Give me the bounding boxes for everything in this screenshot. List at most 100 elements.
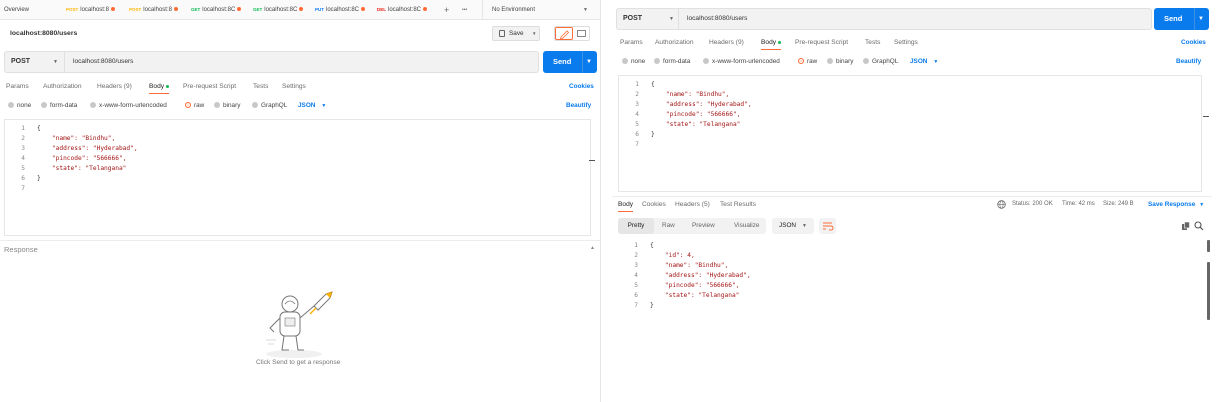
view-mode-pretty[interactable]: Pretty <box>618 218 654 234</box>
beautify-link[interactable]: Beautify <box>566 102 591 109</box>
radio-label: none <box>17 102 32 109</box>
right-postman-window: POST ▼ localhost:8080/users Send ▼ Params… <box>612 0 1224 402</box>
radio-binary[interactable]: binary <box>214 102 240 109</box>
view-mode-raw[interactable]: Raw <box>662 218 675 234</box>
line-number: 6 <box>635 131 639 138</box>
response-tab-test-results[interactable]: Test Results <box>720 201 756 208</box>
divider <box>0 240 600 241</box>
format-select[interactable]: JSON ▼ <box>910 58 938 65</box>
radio-graphql[interactable]: GraphQL <box>863 58 898 65</box>
new-tab-button[interactable]: + <box>444 0 449 20</box>
tab-settings[interactable]: Settings <box>894 39 918 46</box>
resize-handle[interactable] <box>1203 116 1209 117</box>
save-response-button[interactable]: Save Response ▼ <box>1148 201 1204 208</box>
cookies-link[interactable]: Cookies <box>1181 39 1206 46</box>
radio-icon <box>703 58 709 64</box>
tab-tests[interactable]: Tests <box>865 39 880 46</box>
radio-graphql[interactable]: GraphQL <box>252 102 287 109</box>
divider <box>612 196 1212 197</box>
code-line: "state": "Telangana" <box>651 121 741 128</box>
active-dot-icon <box>166 84 170 88</box>
response-tab-headers[interactable]: Headers (5) <box>675 201 710 208</box>
send-dropdown-chevron-icon[interactable]: ▼ <box>1198 8 1204 30</box>
tab-label: localhost:8 <box>80 7 109 13</box>
tab-label: localhost:8C <box>264 7 298 13</box>
response-tab-body[interactable]: Body <box>618 201 634 212</box>
view-mode-preview[interactable]: Preview <box>692 218 715 234</box>
scrollbar-thumb[interactable] <box>1207 240 1210 252</box>
view-toggle[interactable] <box>554 26 590 41</box>
unsaved-dot-icon <box>173 7 178 12</box>
radio-none[interactable]: none <box>622 58 645 65</box>
radio-icon <box>622 58 628 64</box>
radio-form-data[interactable]: form-data <box>654 58 690 65</box>
request-body-editor[interactable]: 1 2 3 4 5 6 7 { "name": "Bindhu", "addre… <box>4 119 595 236</box>
radio-raw[interactable]: raw <box>798 58 817 65</box>
method-select[interactable]: POST ▼ <box>5 52 65 72</box>
tab-params[interactable]: Params <box>6 83 29 90</box>
request-tab[interactable]: GET localhost:8C <box>253 0 304 20</box>
save-button[interactable]: Save ▼ <box>492 26 540 41</box>
radio-label: GraphQL <box>261 102 288 109</box>
resize-handle[interactable] <box>589 160 595 161</box>
radio-urlencoded[interactable]: x-www-form-urlencoded <box>90 102 167 109</box>
tab-authorization[interactable]: Authorization <box>43 83 82 90</box>
unsaved-dot-icon <box>423 7 428 12</box>
send-dropdown-chevron-icon[interactable]: ▼ <box>586 51 592 73</box>
response-tab-cookies[interactable]: Cookies <box>642 201 666 208</box>
globe-icon[interactable] <box>997 200 1006 209</box>
tab-settings[interactable]: Settings <box>282 83 306 90</box>
radio-form-data[interactable]: form-data <box>41 102 77 109</box>
radio-urlencoded[interactable]: x-www-form-urlencoded <box>703 58 780 65</box>
tab-headers[interactable]: Headers (9) <box>709 39 744 46</box>
documentation-icon[interactable] <box>577 30 586 37</box>
request-tab[interactable]: PUT localhost:8C <box>315 0 366 20</box>
response-format-select[interactable]: JSON ▼ <box>772 218 814 234</box>
wrap-lines-button[interactable] <box>819 218 836 234</box>
request-tab[interactable]: POST localhost:8 <box>129 0 178 20</box>
radio-binary[interactable]: binary <box>827 58 853 65</box>
more-tabs-button[interactable]: ••• <box>462 0 467 20</box>
view-mode-visualize[interactable]: Visualize <box>734 218 759 234</box>
tab-authorization[interactable]: Authorization <box>655 39 694 46</box>
environment-select[interactable]: No Environment ▼ <box>492 0 588 20</box>
request-body-editor[interactable]: 1 2 3 4 5 6 7 { "name": "Bindhu", "addre… <box>618 75 1209 192</box>
tab-body[interactable]: Body <box>761 39 782 50</box>
tab-pre-request-script[interactable]: Pre-request Script <box>795 39 848 46</box>
radio-raw[interactable]: raw <box>185 102 204 109</box>
radio-icon <box>214 102 220 108</box>
tab-label: localhost:8 <box>143 7 172 13</box>
code-line: "name": "Bindhu", <box>37 135 116 142</box>
response-title: Response <box>4 245 38 254</box>
cookies-link[interactable]: Cookies <box>569 83 594 90</box>
search-icon[interactable] <box>1194 221 1204 231</box>
send-button[interactable]: Send ▼ <box>1154 8 1209 30</box>
tab-tests[interactable]: Tests <box>253 83 268 90</box>
request-tab[interactable]: DEL localhost:8C <box>377 0 428 20</box>
line-number: 3 <box>635 101 639 108</box>
request-tab[interactable]: GET localhost:8C <box>191 0 242 20</box>
copy-icon[interactable] <box>1181 221 1191 231</box>
format-select[interactable]: JSON ▼ <box>298 102 326 109</box>
tab-params[interactable]: Params <box>620 39 643 46</box>
radio-icon <box>8 102 14 108</box>
tab-headers[interactable]: Headers (9) <box>97 83 132 90</box>
code-line: { <box>650 242 654 249</box>
beautify-link[interactable]: Beautify <box>1176 58 1201 65</box>
line-number: 4 <box>21 155 25 162</box>
send-button[interactable]: Send ▼ <box>543 51 597 73</box>
tab-body[interactable]: Body <box>149 83 170 94</box>
tab-overview[interactable]: Overview <box>4 0 29 20</box>
url-input[interactable]: localhost:8080/users <box>687 9 747 29</box>
radio-icon <box>863 58 869 64</box>
method-select[interactable]: POST ▼ <box>617 9 679 29</box>
edit-icon[interactable] <box>555 27 573 40</box>
url-input[interactable]: localhost:8080/users <box>73 52 133 72</box>
collapse-chevron-icon[interactable]: ▲ <box>590 245 595 251</box>
request-tab[interactable]: POST localhost:8 <box>66 0 115 20</box>
tab-pre-request-script[interactable]: Pre-request Script <box>183 83 236 90</box>
response-body-viewer[interactable]: 1 2 3 4 5 6 7 { "id": 4, "name": "Bindhu… <box>618 238 1210 320</box>
radio-none[interactable]: none <box>8 102 31 109</box>
scrollbar-thumb[interactable] <box>1207 262 1210 320</box>
line-number: 2 <box>635 91 639 98</box>
